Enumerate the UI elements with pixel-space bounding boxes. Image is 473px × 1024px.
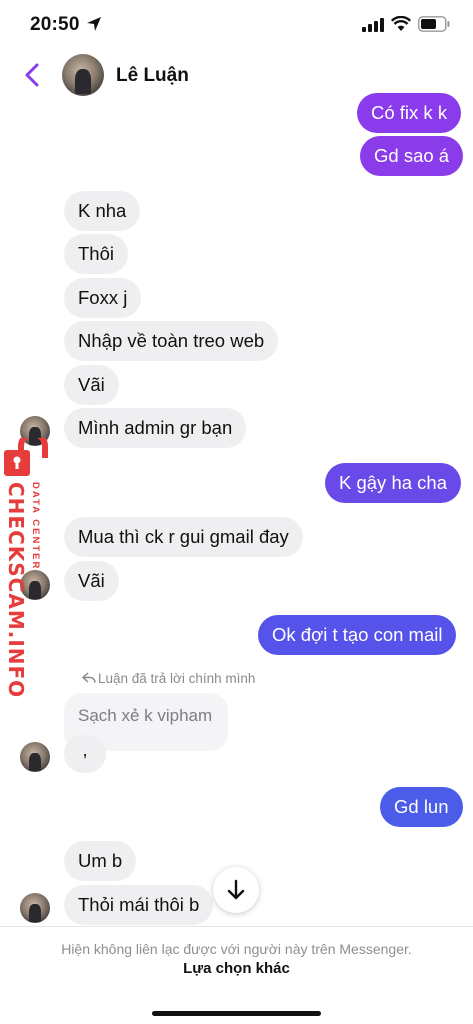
- composer-footer: Hiện không liên lạc được với người này t…: [0, 926, 473, 1024]
- lock-icon: [4, 438, 48, 476]
- message-bubble-outgoing[interactable]: Có fix k k: [357, 93, 462, 133]
- message-bubble-incoming[interactable]: Mình admin gr bạn: [64, 408, 247, 448]
- location-arrow-icon: [87, 17, 101, 31]
- status-bar: 20:50: [0, 0, 473, 50]
- sender-avatar[interactable]: [20, 742, 50, 772]
- watermark-main-text: CHECKSCAM.INFO: [4, 482, 28, 699]
- message-bubble-incoming[interactable]: Vãi: [64, 561, 119, 601]
- message-bubble-incoming[interactable]: ,: [64, 735, 106, 773]
- watermark-sub-text: DATA CENTER: [30, 482, 41, 571]
- message-bubble-incoming[interactable]: Thôi: [64, 234, 128, 274]
- scroll-to-bottom-button[interactable]: [213, 867, 259, 913]
- unavailable-note: Hiện không liên lạc được với người này t…: [61, 941, 412, 957]
- message-bubble-incoming[interactable]: K nha: [64, 191, 141, 231]
- message-bubble-incoming[interactable]: Mua thì ck r gui gmail đay: [64, 517, 303, 557]
- reply-note: Luận đã trả lời chính mình: [82, 671, 255, 686]
- status-time: 20:50: [30, 14, 80, 35]
- contact-name[interactable]: Lê Luận: [116, 65, 189, 87]
- reply-arrow-icon: [82, 672, 96, 683]
- watermark: CHECKSCAM.INFO DATA CENTER: [0, 436, 56, 698]
- message-bubble-incoming[interactable]: Vãi: [64, 365, 119, 405]
- message-bubble-outgoing[interactable]: Gd sao á: [360, 136, 464, 176]
- arrow-down-icon: [227, 879, 245, 900]
- back-chevron-icon[interactable]: [22, 62, 42, 88]
- quoted-message-text: Sạch xẻ k vipham: [78, 706, 213, 725]
- message-bubble-outgoing[interactable]: K gậy ha cha: [325, 463, 461, 503]
- other-options-link[interactable]: Lựa chọn khác: [0, 960, 473, 977]
- signal-icon: [362, 18, 384, 32]
- home-indicator[interactable]: [152, 1011, 321, 1016]
- reply-note-text: Luận đã trả lời chính mình: [98, 671, 256, 686]
- wifi-icon: [391, 16, 411, 31]
- message-bubble-incoming[interactable]: Um b: [64, 841, 137, 881]
- contact-avatar[interactable]: [62, 54, 104, 96]
- message-bubble-outgoing[interactable]: Gd lun: [380, 787, 463, 827]
- message-bubble-incoming[interactable]: Foxx j: [64, 278, 142, 318]
- sender-avatar[interactable]: [20, 893, 50, 923]
- message-bubble-incoming[interactable]: Thỏi mái thôi b: [64, 885, 214, 925]
- message-bubble-incoming[interactable]: Nhập về toàn treo web: [64, 321, 279, 361]
- battery-icon: [418, 16, 450, 32]
- message-bubble-outgoing[interactable]: Ok đợi t tạo con mail: [258, 615, 457, 655]
